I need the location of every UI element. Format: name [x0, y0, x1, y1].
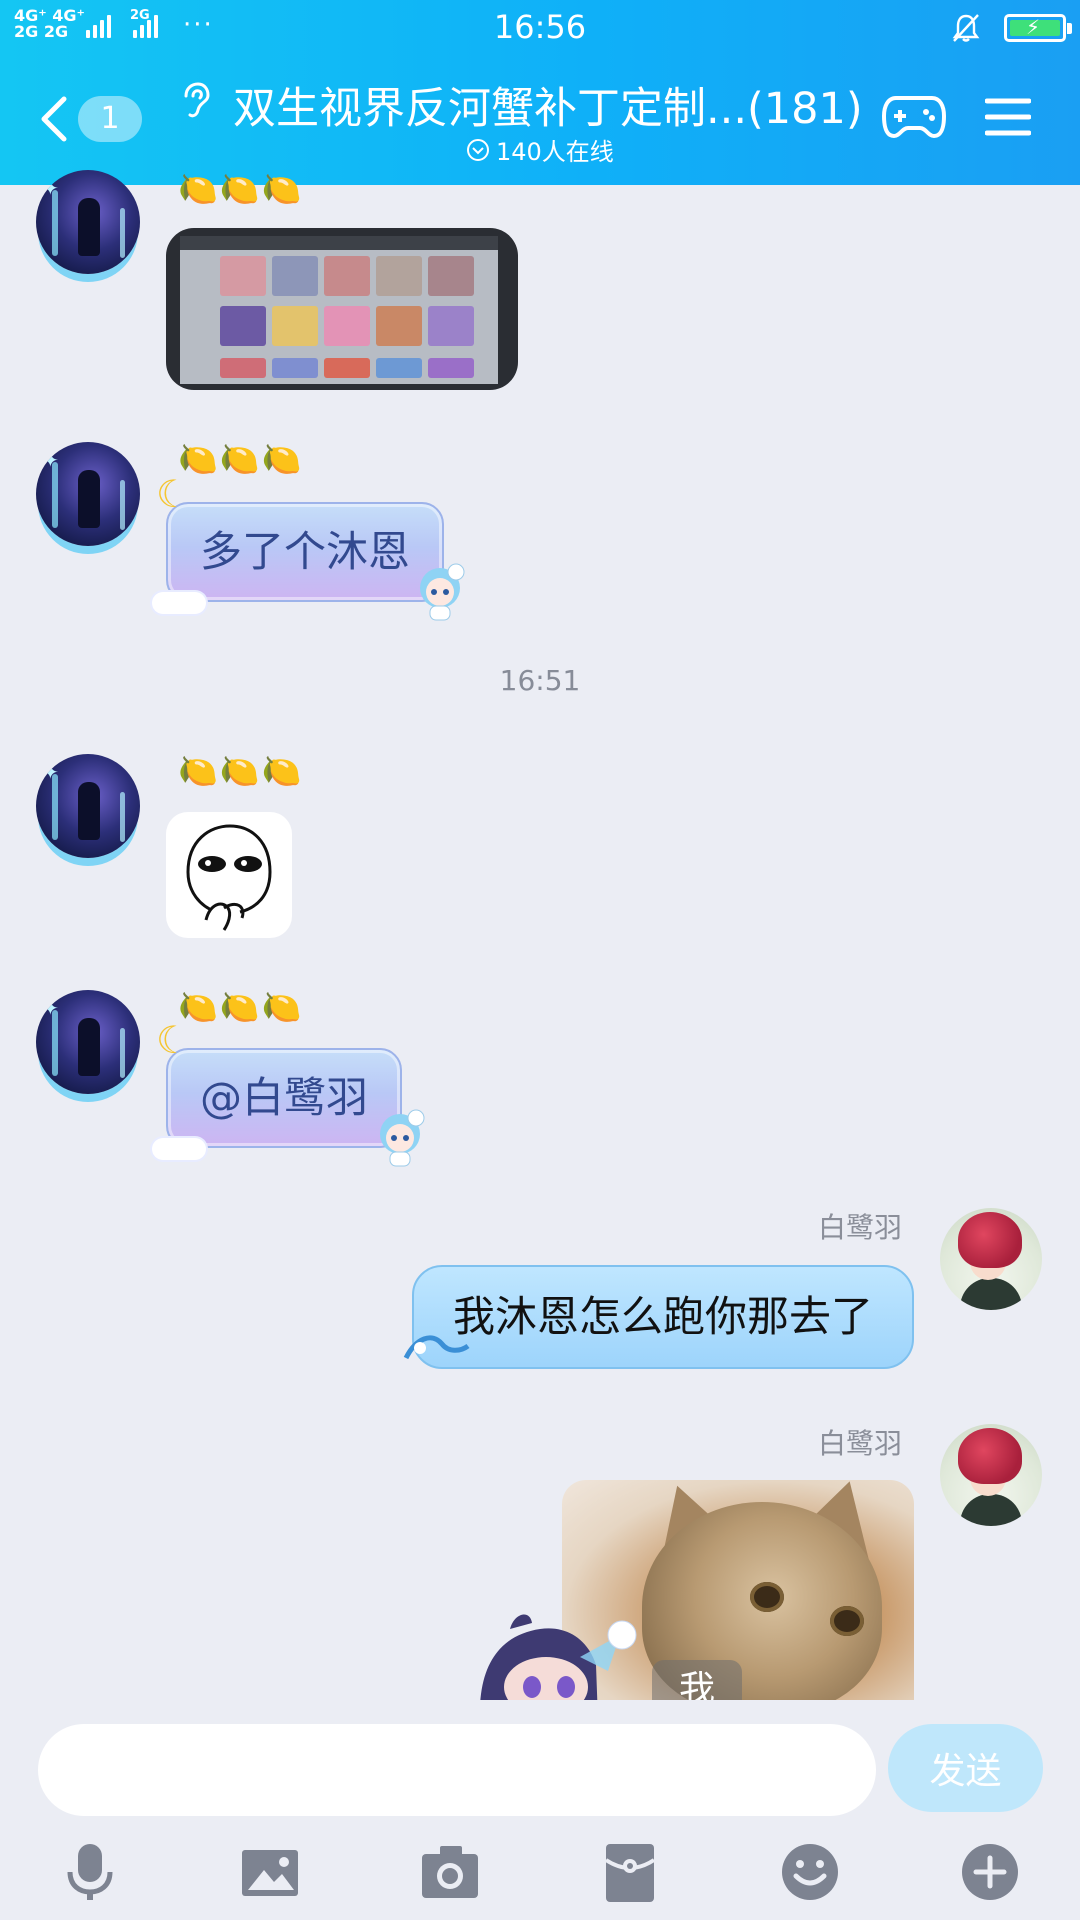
camera-icon[interactable] — [418, 1840, 482, 1904]
unread-count-badge[interactable]: 1 — [78, 96, 142, 142]
status-time: 16:56 — [493, 8, 587, 46]
my-avatar[interactable] — [940, 1424, 1042, 1526]
battery-icon: ⚡ — [1004, 14, 1072, 42]
avatar[interactable]: ✦ — [36, 754, 140, 858]
avatar[interactable]: ✦ — [36, 990, 140, 1094]
member-badge: 🍋🍋🍋 — [178, 440, 304, 478]
plus-icon[interactable] — [958, 1840, 1022, 1904]
avatar[interactable]: ✦ — [36, 170, 140, 274]
text-message[interactable]: 我沐恩怎么跑你那去了 — [412, 1265, 914, 1369]
wave-decoration-icon — [403, 1335, 470, 1360]
composer: 发送 — [0, 1700, 1080, 1920]
moon-decoration-icon: ☾ — [156, 1018, 191, 1062]
time-divider: 16:51 — [499, 664, 581, 697]
back-arrow-icon[interactable] — [38, 95, 70, 143]
toolbar — [0, 1840, 1080, 1920]
chevron-circle-icon — [467, 138, 489, 161]
avatar[interactable]: ✦ — [36, 442, 140, 546]
member-badge: 🍋🍋🍋 — [178, 170, 304, 208]
image-message[interactable] — [166, 228, 518, 390]
text-message[interactable]: 多了个沐恩 — [166, 502, 445, 602]
message-input[interactable] — [38, 1724, 876, 1816]
mascot-icon — [420, 563, 465, 621]
group-title[interactable]: 双生视界反河蟹补丁定制...(181) — [233, 74, 863, 136]
cloud-decoration-icon — [152, 592, 206, 614]
status-bar: 4G⁺ 4G⁺ 2G 2G 2G ··· 16:56 ⚡ — [0, 0, 1080, 56]
face-sticker-icon — [186, 824, 272, 931]
online-count-label: 140人在线 — [496, 138, 614, 166]
text-message[interactable]: @白鹭羽 — [166, 1048, 403, 1148]
menu-icon[interactable] — [985, 96, 1031, 138]
mascot-icon — [380, 1109, 425, 1167]
moon-decoration-icon: ☾ — [156, 472, 191, 516]
sticker-message[interactable] — [166, 812, 292, 938]
microphone-icon[interactable] — [58, 1840, 122, 1904]
online-count[interactable]: 140人在线 — [466, 132, 614, 167]
member-badge: 🍋🍋🍋 — [178, 988, 304, 1026]
red-packet-icon[interactable] — [598, 1840, 662, 1904]
bell-muted-icon — [952, 14, 980, 42]
sender-name: 白鹭羽 — [817, 1427, 902, 1460]
chat-header: 4G⁺ 4G⁺ 2G 2G 2G ··· 16:56 ⚡ 1 双生视界反河蟹补丁… — [0, 0, 1080, 185]
my-avatar[interactable] — [940, 1208, 1042, 1310]
send-button[interactable]: 发送 — [888, 1724, 1043, 1812]
image-icon[interactable] — [238, 1840, 302, 1904]
gamepad-icon[interactable] — [882, 90, 946, 142]
emoji-icon[interactable] — [778, 1840, 842, 1904]
sender-name: 白鹭羽 — [817, 1211, 902, 1244]
member-badge: 🍋🍋🍋 — [178, 752, 304, 790]
ear-icon[interactable] — [174, 80, 214, 120]
cloud-decoration-icon — [152, 1138, 206, 1160]
